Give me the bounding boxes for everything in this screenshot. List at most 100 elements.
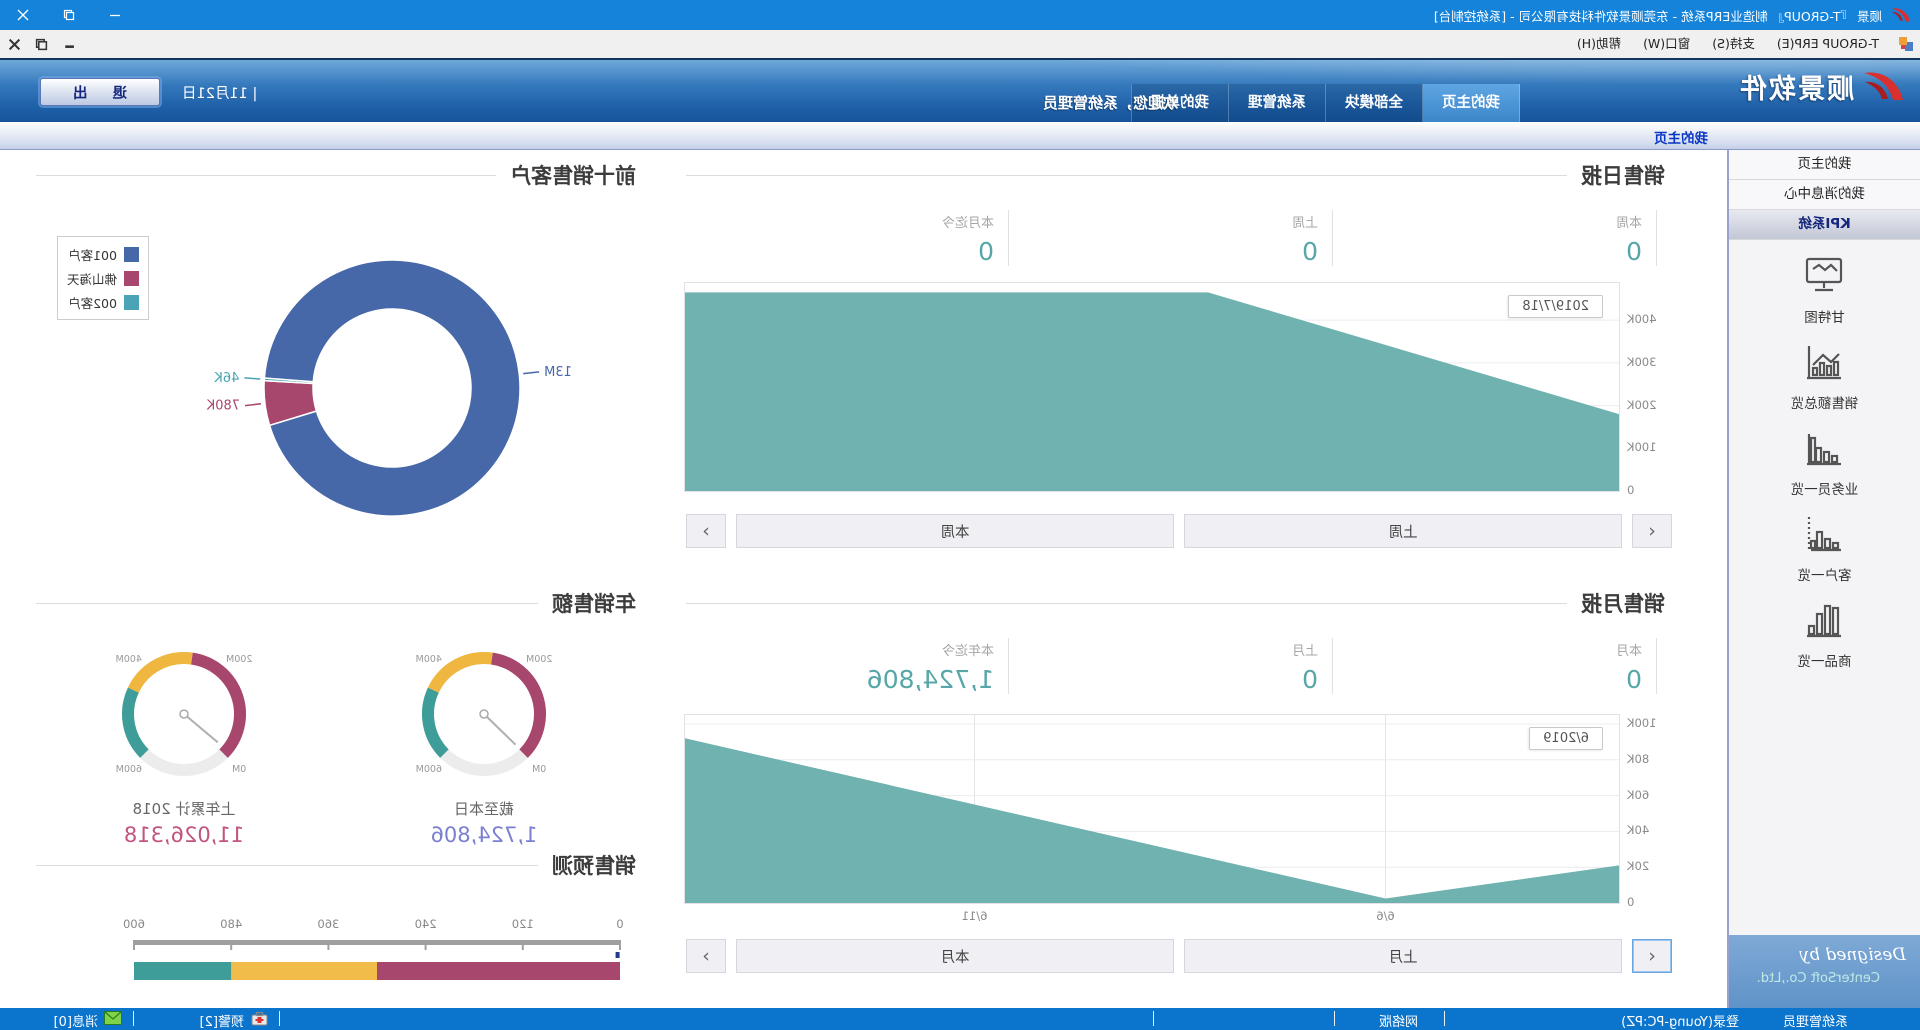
section-title-top10: 前十销售客户 <box>510 160 636 190</box>
brand-name: 顺景软件 <box>1738 67 1854 106</box>
daily-nav-row: ‹ 上周 本周 › <box>686 514 1672 548</box>
mdi-restore-icon[interactable] <box>35 38 48 51</box>
designed-by-text: Designed by <box>1743 945 1906 965</box>
gauge-today-chart[interactable]: 0M 200M 400M 600M <box>399 626 569 796</box>
status-login: 登录(Young-PC:PZ) <box>1621 1011 1739 1030</box>
monthly-prev-button[interactable]: ‹ <box>1632 939 1672 973</box>
company-text: CenterSoft Co.,Ltd. <box>1743 971 1880 986</box>
tab-my-home[interactable]: 我的主页 <box>1423 84 1520 122</box>
stat-last-week: 上周0 <box>1009 210 1333 266</box>
stat-month-to-date: 本月迄今0 <box>685 210 1009 266</box>
statusbar: 系统管理员 登录(Young-PC:PZ) 网络版 预警[2] 消息[0] <box>0 1008 1920 1030</box>
last-month-button[interactable]: 上月 <box>1184 939 1622 973</box>
restore-button[interactable] <box>46 0 92 30</box>
monthly-sales-area-chart[interactable]: 020K40K60K80K100K6/66/116/2019 <box>684 714 1620 904</box>
menu-support[interactable]: 支持(S) <box>1701 30 1766 58</box>
exit-button[interactable]: 退 出 <box>40 78 160 106</box>
header-band: 顺景软件 我的主页 全部模块 系统管理 我的单据 欢迎您，系统管理员 | 11月… <box>0 58 1920 122</box>
minimize-button[interactable] <box>92 0 138 30</box>
gantt-chart-icon <box>1802 254 1848 298</box>
alert-icon <box>251 1011 268 1026</box>
app-small-icon <box>1898 36 1914 52</box>
svg-text:46K: 46K <box>214 371 240 386</box>
stat-this-week: 本周0 <box>1333 210 1657 266</box>
svg-text:600M: 600M <box>416 764 442 775</box>
svg-text:200M: 200M <box>226 654 252 665</box>
close-button[interactable] <box>0 0 46 30</box>
last-week-button[interactable]: 上周 <box>1184 514 1622 548</box>
shortcut-gantt[interactable]: 甘特图 <box>1729 254 1920 326</box>
greeting-text: 欢迎您，系统管理员 <box>1043 92 1178 113</box>
menu-tgroup-erp[interactable]: T-GROUP ERP(E) <box>1766 30 1890 58</box>
shortcut-sales-total[interactable]: 销售额总览 <box>1729 340 1920 412</box>
section-title-forecast: 销售预测 <box>552 850 636 880</box>
svg-text:0: 0 <box>616 917 623 931</box>
shortcut-product-label: 商品一览 <box>1729 650 1920 670</box>
shortcut-product[interactable]: 商品一览 <box>1729 598 1920 670</box>
status-edition: 网络版 <box>1379 1011 1418 1030</box>
daily-sales-stats: 本周0 上周0 本月迄今0 <box>685 210 1657 266</box>
svg-text:120: 120 <box>512 917 534 931</box>
section-title-annual: 年销售额 <box>552 588 636 618</box>
daily-next-button[interactable]: › <box>686 514 726 548</box>
shortcut-salesman[interactable]: 业务员一览 <box>1729 426 1920 498</box>
gauge-lastyear-block: 0M 200M 400M 600M 上年累计 2018 11,026,318 <box>99 626 269 847</box>
section-title-daily: 销售日报 <box>1581 160 1665 190</box>
salesman-overview-icon <box>1802 426 1848 470</box>
svg-text:600M: 600M <box>116 764 142 775</box>
menu-help[interactable]: 帮助(H) <box>1566 30 1632 58</box>
app-logo-icon <box>1890 5 1912 25</box>
monthly-sales-section-title: 销售月报 <box>686 588 1665 618</box>
svg-text:400M: 400M <box>416 654 442 665</box>
stat-this-month: 本月0 <box>1333 638 1657 694</box>
monthly-sales-stats: 本月0 上月0 本年迄今1,724,806 <box>685 638 1657 694</box>
stat-year-to-date: 本年迄今1,724,806 <box>685 638 1009 694</box>
product-overview-icon <box>1802 598 1848 642</box>
daily-prev-button[interactable]: ‹ <box>1632 514 1672 548</box>
customer-overview-icon <box>1802 512 1848 556</box>
svg-text:0M: 0M <box>532 764 546 775</box>
svg-text:200M: 200M <box>526 654 552 665</box>
this-month-button[interactable]: 本月 <box>736 939 1174 973</box>
svg-text:360: 360 <box>317 917 339 931</box>
sidebar-item-message-center[interactable]: 我的消息中心 <box>1729 180 1920 210</box>
annual-sales-section-title: 年销售额 <box>36 588 636 618</box>
gauge-today-value: 1,724,806 <box>399 823 569 847</box>
gauge-lastyear-value: 11,026,318 <box>99 823 269 847</box>
svg-text:400M: 400M <box>116 654 142 665</box>
top10-donut-chart[interactable]: 780K46K13M <box>31 230 643 560</box>
gauge-lastyear-title: 上年累计 2018 <box>99 798 269 819</box>
forecast-bullet-chart[interactable]: 0120240360480600 <box>120 914 630 1000</box>
svg-text:0M: 0M <box>232 764 246 775</box>
sidebar: 我的主页 我的消息中心 KPI系统 甘特图 销售额总览 业务员一览 <box>1727 150 1920 1008</box>
designed-by-panel: Designed by CenterSoft Co.,Ltd. <box>1729 935 1920 1008</box>
status-messages[interactable]: 消息[0] <box>54 1011 98 1030</box>
svg-text:780K: 780K <box>206 399 240 414</box>
tab-all-modules[interactable]: 全部模块 <box>1326 84 1423 122</box>
menu-window[interactable]: 窗口(W) <box>1632 30 1701 58</box>
shortcut-customer[interactable]: 客户一览 <box>1729 512 1920 584</box>
shortcut-salesman-label: 业务员一览 <box>1729 478 1920 498</box>
tab-system-admin[interactable]: 系统管理 <box>1229 84 1326 122</box>
mdi-close-icon[interactable] <box>8 38 21 51</box>
status-alerts[interactable]: 预警[2] <box>200 1011 244 1030</box>
gauge-lastyear-chart[interactable]: 0M 200M 400M 600M <box>99 626 269 796</box>
message-icon <box>104 1011 122 1025</box>
sidebar-item-kpi-system[interactable]: KPI系统 <box>1729 210 1920 240</box>
monthly-next-button[interactable]: › <box>686 939 726 973</box>
svg-text:240: 240 <box>415 917 437 931</box>
monthly-nav-row: ‹ 上月 本月 › <box>686 939 1672 973</box>
top10-section-title: 前十销售客户 <box>36 160 636 190</box>
stat-last-month: 上月0 <box>1009 638 1333 694</box>
breadcrumb-bar: 我的主页 <box>0 122 1920 150</box>
shortcut-gantt-label: 甘特图 <box>1729 306 1920 326</box>
current-date: | 11月21日 <box>182 82 257 103</box>
mdi-minimize-icon[interactable] <box>62 38 75 51</box>
sidebar-item-my-home[interactable]: 我的主页 <box>1729 150 1920 180</box>
sales-total-overview-icon <box>1802 340 1848 384</box>
gauge-today-block: 0M200M400M600M 截至本日 1,724,806 <box>399 626 569 847</box>
svg-text:600: 600 <box>123 917 145 931</box>
daily-sales-area-chart[interactable]: 0100K200K300K400K2019/7/18 <box>684 282 1620 492</box>
breadcrumb: 我的主页 <box>1654 127 1708 147</box>
this-week-button[interactable]: 本周 <box>736 514 1174 548</box>
